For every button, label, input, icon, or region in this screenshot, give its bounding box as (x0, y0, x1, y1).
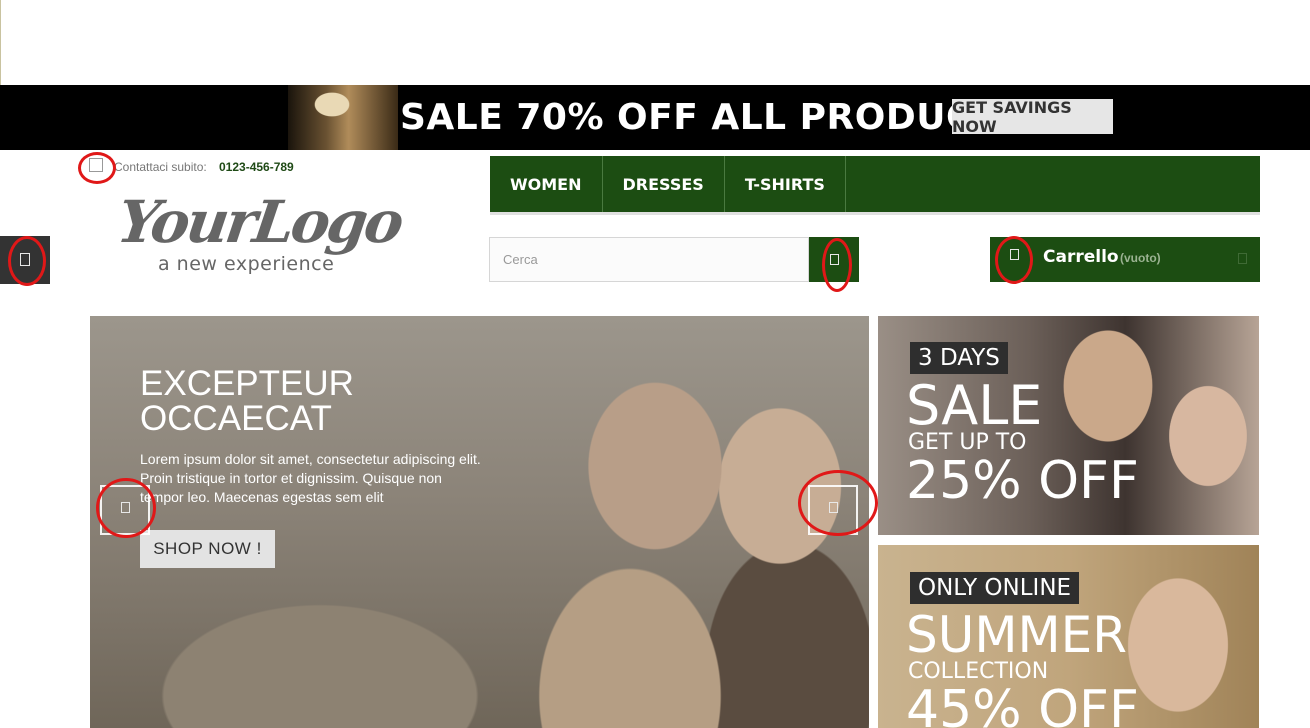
nav-item-tshirts[interactable]: T-SHIRTS (725, 156, 846, 212)
promo-banner-summer[interactable]: ONLY ONLINE SUMMER COLLECTION 45% OFF (878, 545, 1259, 728)
slide-description: Lorem ipsum dolor sit amet, consectetur … (140, 451, 481, 505)
search-button[interactable] (809, 237, 859, 282)
chevron-left-icon (121, 502, 130, 513)
banner-big-text: SALE (906, 374, 1043, 437)
search-icon (830, 254, 839, 265)
contact-phone: 0123-456-789 (219, 160, 294, 174)
side-panel-toggle[interactable] (0, 236, 50, 284)
site-logo[interactable]: YourLogo (113, 188, 405, 256)
banner-bottom-text: 25% OFF (906, 451, 1139, 511)
cart-status: (vuoto) (1120, 251, 1161, 265)
chevron-right-icon (829, 502, 838, 513)
chevron-down-icon (1238, 253, 1247, 264)
banner-big-text: SUMMER (906, 606, 1127, 664)
cart-icon (1010, 249, 1019, 260)
cart-label: Carrello (1043, 247, 1119, 267)
phone-icon (89, 158, 103, 172)
promo-banner-sale[interactable]: 3 DAYS SALE GET UP TO 25% OFF (878, 316, 1259, 535)
slider-next-button[interactable] (808, 485, 858, 535)
banner-tag: ONLY ONLINE (910, 572, 1080, 604)
get-savings-button[interactable]: GET SAVINGS NOW (952, 98, 1113, 136)
promo-model-image (288, 85, 398, 150)
logo-tagline: a new experience (158, 253, 335, 275)
contact-label: Contattaci subito: (114, 160, 207, 174)
nav-item-dresses[interactable]: DRESSES (603, 156, 725, 212)
slider-prev-button[interactable] (100, 485, 150, 535)
banner-tag: 3 DAYS (910, 342, 1008, 374)
banner-bottom-text: 45% OFF (906, 680, 1139, 728)
side-panel-icon (20, 253, 30, 266)
slide-title: EXCEPTEUR OCCAECAT (140, 364, 354, 438)
nav-item-women[interactable]: WOMEN (490, 156, 603, 212)
search-input[interactable] (489, 237, 809, 282)
top-blank-area (0, 0, 1310, 85)
promo-headline: SALE 70% OFF ALL PRODUCTS (400, 97, 1025, 138)
main-nav: WOMEN DRESSES T-SHIRTS (490, 156, 1260, 215)
shop-now-button[interactable]: SHOP NOW ! (140, 530, 275, 568)
